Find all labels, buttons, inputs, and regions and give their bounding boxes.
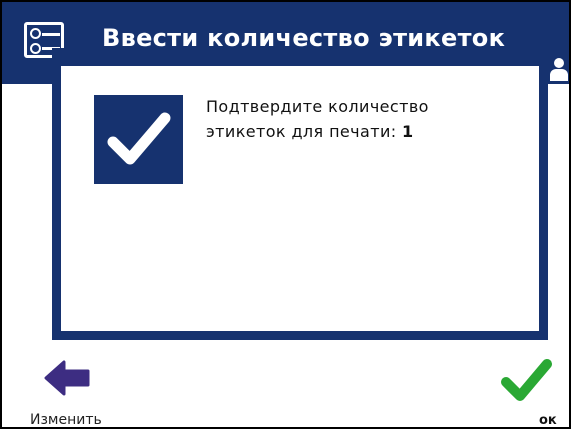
screen: Ввести количество этикеток Подтвердите к… — [0, 0, 571, 429]
ok-button[interactable]: ок — [490, 354, 569, 428]
label-count: 1 — [402, 122, 414, 141]
confirm-dialog: Подтвердите количество этикеток для печа… — [52, 48, 548, 340]
change-button[interactable]: Изменить — [26, 354, 116, 428]
dialog-content: Подтвердите количество этикеток для печа… — [61, 66, 539, 331]
dialog-message-prefix: этикеток для печати: — [206, 122, 403, 141]
arrow-left-icon — [44, 360, 90, 396]
checkmark-icon — [94, 95, 183, 184]
dialog-message-line2: этикеток для печати: 1 — [206, 119, 506, 144]
dialog-message-line1: Подтвердите количество — [206, 97, 429, 116]
checkmark-ok-icon — [501, 359, 552, 401]
ok-button-label: ок — [539, 413, 557, 428]
dialog-message: Подтвердите количество этикеток для печа… — [206, 94, 506, 144]
user-icon[interactable] — [549, 58, 569, 82]
change-button-label: Изменить — [30, 412, 102, 428]
